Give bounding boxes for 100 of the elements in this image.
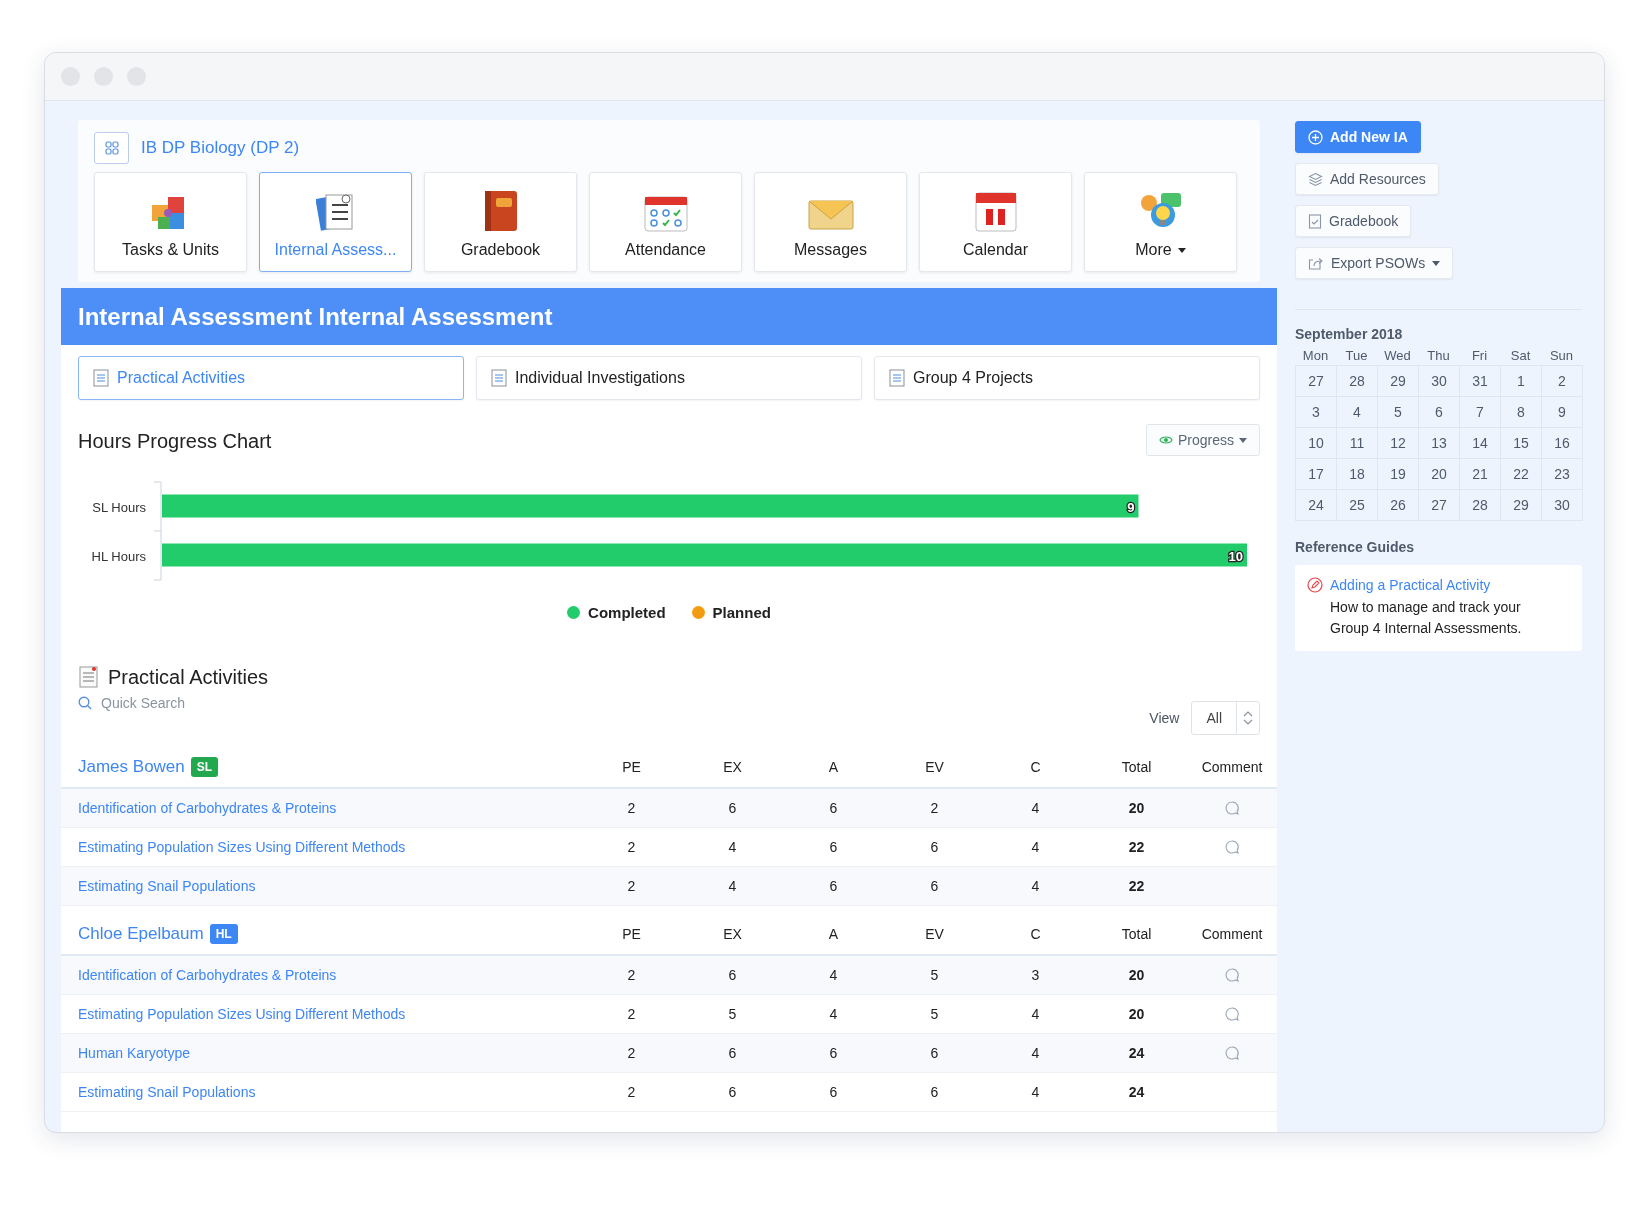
calendar-day[interactable]: 28: [1337, 366, 1378, 397]
calendar-day[interactable]: 29: [1378, 366, 1419, 397]
sidebar-button[interactable]: Gradebook: [1295, 205, 1412, 237]
activity-link[interactable]: Identification of Carbohydrates & Proteins: [78, 800, 337, 816]
score-cell-text: 5: [929, 967, 940, 983]
calendar-day[interactable]: 23: [1542, 459, 1583, 490]
nav-tile[interactable]: Messages: [754, 172, 907, 272]
calendar-day[interactable]: 18: [1337, 459, 1378, 490]
nav-tile[interactable]: Internal Assess...: [259, 172, 412, 272]
attendance-calendar-icon: [642, 193, 689, 233]
calendar-day[interactable]: 28: [1460, 490, 1501, 521]
calendar-day[interactable]: 8: [1501, 397, 1542, 428]
sidebar-button[interactable]: Add Resources: [1295, 163, 1439, 195]
caret-icon: [1239, 437, 1247, 443]
calendar-day[interactable]: 22: [1501, 459, 1542, 490]
calendar-day[interactable]: 25: [1337, 490, 1378, 521]
view-select[interactable]: All: [1191, 701, 1260, 735]
total-cell-text: 24: [1127, 1084, 1146, 1100]
guide-description: How to manage and track your Group 4 Internal Assessments.: [1330, 598, 1523, 638]
calendar-day[interactable]: 7: [1460, 397, 1501, 428]
document-icon: [889, 369, 905, 387]
score-cell-text: 4: [1030, 839, 1041, 855]
course-title[interactable]: IB DP Biology (DP 2): [141, 138, 300, 158]
total-cell-text: 20: [1127, 967, 1146, 983]
score-cell-text: 2: [626, 1045, 637, 1061]
calendar-day[interactable]: 30: [1419, 366, 1460, 397]
calendar-day[interactable]: 9: [1542, 397, 1583, 428]
activity-link[interactable]: Identification of Carbohydrates & Proteins: [78, 967, 337, 983]
column-header: C: [1029, 926, 1042, 942]
checklist-icon: [315, 191, 356, 233]
section-tab[interactable]: Individual Investigations: [476, 356, 862, 400]
eye-icon: [1158, 435, 1173, 445]
activity-link[interactable]: Estimating Snail Populations: [78, 878, 256, 894]
progress-dropdown[interactable]: Progress: [1145, 424, 1260, 456]
score-cell-text: 6: [929, 1084, 940, 1100]
activity-link[interactable]: Human Karyotype: [78, 1045, 191, 1061]
score-cell-text: 2: [626, 878, 637, 894]
calendar-day[interactable]: 24: [1296, 490, 1337, 521]
calendar-month: September 2018: [1295, 326, 1404, 342]
calendar-day[interactable]: 27: [1419, 490, 1460, 521]
comment-icon[interactable]: [1224, 1045, 1240, 1061]
nav-tile[interactable]: Attendance: [589, 172, 742, 272]
view-label: View: [1149, 710, 1180, 726]
calendar-day[interactable]: 16: [1542, 428, 1583, 459]
comment-icon[interactable]: [1224, 839, 1240, 855]
guide-link[interactable]: Adding a Practical Activity: [1330, 577, 1491, 593]
calendar-day[interactable]: 3: [1296, 397, 1337, 428]
comment-icon[interactable]: [1224, 1006, 1240, 1022]
sidebar-button[interactable]: Export PSOWs: [1295, 247, 1454, 279]
section-tab[interactable]: Group 4 Projects: [874, 356, 1260, 400]
calendar-day[interactable]: 29: [1501, 490, 1542, 521]
calendar-day[interactable]: 31: [1460, 366, 1501, 397]
activity-link[interactable]: Estimating Snail Populations: [78, 1084, 256, 1100]
calendar-day[interactable]: 11: [1337, 428, 1378, 459]
calendar-day[interactable]: 10: [1296, 428, 1337, 459]
activity-link[interactable]: Estimating Population Sizes Using Different Methods: [78, 839, 406, 855]
section-tab[interactable]: Practical Activities: [78, 356, 464, 400]
calendar-day[interactable]: 27: [1296, 366, 1337, 397]
calendar-day[interactable]: 15: [1501, 428, 1542, 459]
calendar-day[interactable]: 5: [1378, 397, 1419, 428]
calendar-day[interactable]: 14: [1460, 428, 1501, 459]
calendar-day[interactable]: 6: [1419, 397, 1460, 428]
comment-icon[interactable]: [1224, 967, 1240, 983]
weekday-label: Fri: [1470, 348, 1489, 363]
score-cell-text: 2: [626, 1006, 637, 1022]
calendar-day[interactable]: 17: [1296, 459, 1337, 490]
student-name-link[interactable]: James Bowen: [78, 757, 185, 777]
calendar-day[interactable]: 21: [1460, 459, 1501, 490]
grid-menu-button[interactable]: [94, 132, 129, 164]
nav-tile[interactable]: Gradebook: [424, 172, 577, 272]
score-cell-text: 4: [1030, 1006, 1041, 1022]
calendar-day[interactable]: 30: [1542, 490, 1583, 521]
calendar-day[interactable]: 26: [1378, 490, 1419, 521]
calendar-day[interactable]: 19: [1378, 459, 1419, 490]
calendar-day[interactable]: 12: [1378, 428, 1419, 459]
calendar-day[interactable]: 20: [1419, 459, 1460, 490]
layers-icon: [1308, 171, 1323, 187]
weekday-label: Wed: [1383, 348, 1412, 363]
bar-value-label: 9: [1127, 499, 1135, 515]
calendar-day[interactable]: 2: [1542, 366, 1583, 397]
up-down-arrows-icon: [1243, 710, 1253, 726]
score-cell-text: 6: [727, 967, 738, 983]
calendar-day[interactable]: 1: [1501, 366, 1542, 397]
nav-tile[interactable]: More: [1084, 172, 1237, 272]
sidebar-button[interactable]: Add New IA: [1295, 121, 1421, 153]
student-name-link[interactable]: Chloe Epelbaum: [78, 924, 204, 944]
page-title: Internal Assessment Internal Assessment: [78, 302, 553, 331]
calendar-day[interactable]: 4: [1337, 397, 1378, 428]
legend-label[interactable]: Completed: [588, 604, 666, 621]
nav-tile[interactable]: Calendar: [919, 172, 1072, 272]
score-cell-text: 4: [1030, 1084, 1041, 1100]
calendar-day[interactable]: 13: [1419, 428, 1460, 459]
nav-tile[interactable]: Tasks & Units: [94, 172, 247, 272]
legend-label[interactable]: Planned: [712, 604, 771, 621]
activity-link[interactable]: Estimating Population Sizes Using Different Methods: [78, 1006, 406, 1022]
comment-icon[interactable]: [1224, 800, 1240, 816]
score-cell-text: 4: [1030, 878, 1041, 894]
plus-circle-icon: [1308, 129, 1323, 145]
weekday-label: Tue: [1344, 348, 1369, 363]
score-cell-text: 6: [727, 800, 738, 816]
